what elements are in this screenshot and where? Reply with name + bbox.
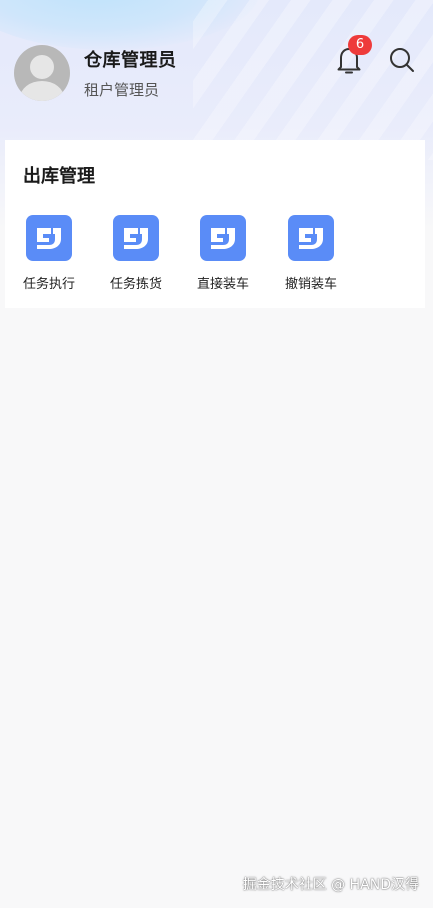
menu-item-label: 任务拣货 — [109, 277, 162, 292]
user-role: 租户管理员 — [84, 81, 160, 99]
menu-item-task-picking[interactable]: 任务拣货 — [100, 215, 172, 292]
app-logo-icon — [288, 215, 334, 261]
header-pattern — [193, 0, 433, 160]
user-name: 仓库管理员 — [84, 50, 177, 71]
watermark: 掘金技术社区 @ HAND汉得 — [242, 877, 419, 893]
outbound-management-card: 出库管理 任务执行 任务拣货 直接装车 撤销装车 — [5, 140, 425, 308]
notification-badge: 6 — [348, 35, 372, 55]
avatar-head — [30, 55, 54, 79]
section-title: 出库管理 — [23, 166, 95, 187]
app-logo-icon — [113, 215, 159, 261]
menu-item-task-execute[interactable]: 任务执行 — [13, 215, 85, 292]
menu-item-label: 撤销装车 — [284, 277, 337, 292]
menu-item-label: 直接装车 — [196, 277, 249, 292]
menu-item-label: 任务执行 — [22, 277, 75, 292]
app-logo-icon — [26, 215, 72, 261]
menu-item-cancel-loading[interactable]: 撤销装车 — [275, 215, 347, 292]
avatar[interactable] — [14, 45, 70, 101]
menu-item-direct-loading[interactable]: 直接装车 — [187, 215, 259, 292]
app-logo-icon — [200, 215, 246, 261]
search-icon[interactable] — [388, 46, 416, 74]
avatar-body — [20, 81, 64, 101]
